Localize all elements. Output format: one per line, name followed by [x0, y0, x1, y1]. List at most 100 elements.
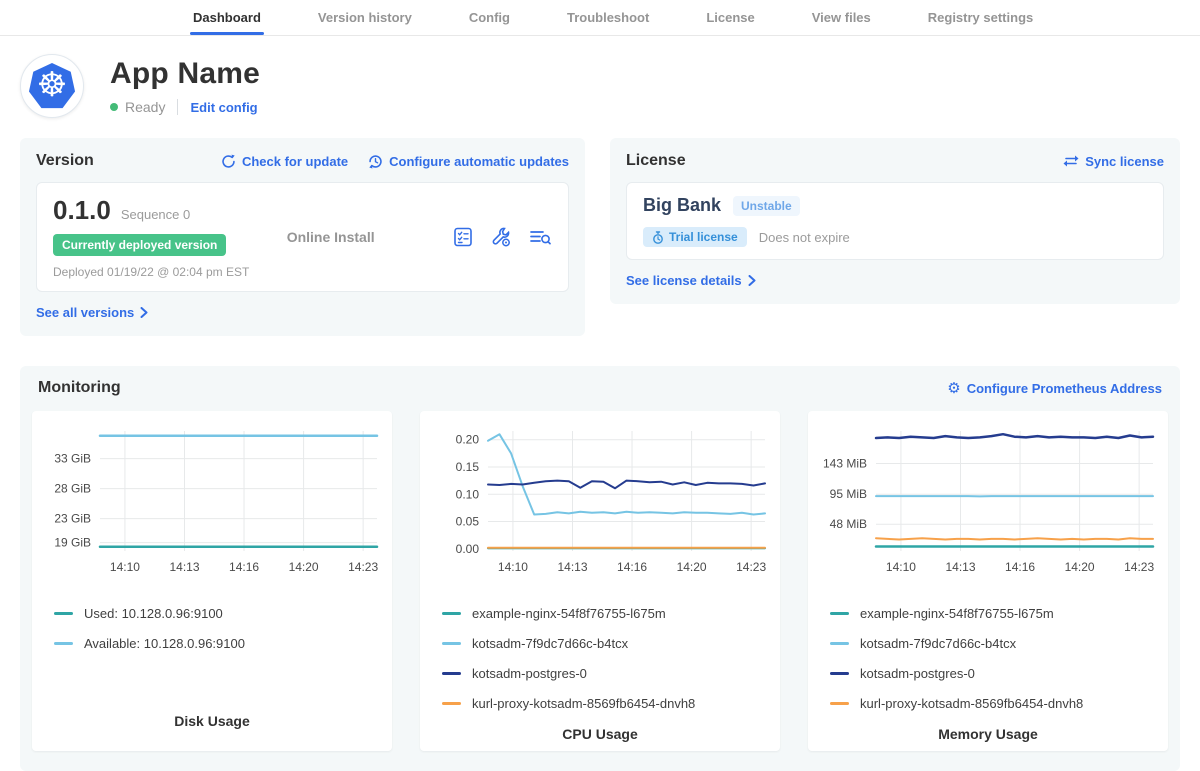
legend-label: example-nginx-54f8f76755-l675m [860, 606, 1054, 621]
see-license-details-link[interactable]: See license details [626, 273, 756, 288]
chevron-right-icon [140, 307, 148, 318]
version-card-title: Version [36, 152, 94, 170]
chart-canvas: 19 GiB23 GiB28 GiB33 GiB14:1014:1314:161… [38, 421, 384, 579]
legend-swatch [830, 672, 849, 675]
tab-troubleshoot[interactable]: Troubleshoot [566, 2, 650, 35]
preflight-checklist-icon[interactable] [452, 226, 474, 248]
legend-swatch [442, 612, 461, 615]
svg-text:14:10: 14:10 [110, 560, 140, 574]
chevron-right-icon [748, 275, 756, 286]
svg-text:14:23: 14:23 [736, 560, 766, 574]
legend-label: kotsadm-7f9dc7d66c-b4tcx [860, 636, 1016, 651]
legend-item: Used: 10.128.0.96:9100 [54, 606, 386, 621]
svg-text:14:23: 14:23 [1124, 560, 1154, 574]
app-logo: ☸ [20, 54, 84, 118]
svg-text:28 GiB: 28 GiB [54, 482, 91, 496]
configure-prometheus-button[interactable]: ⚙ Configure Prometheus Address [947, 381, 1162, 396]
channel-badge: Unstable [733, 196, 800, 216]
cpu-usage-chart-card: 0.000.050.100.150.2014:1014:1314:1614:20… [420, 411, 780, 751]
svg-text:19 GiB: 19 GiB [54, 536, 91, 550]
see-all-versions-link[interactable]: See all versions [36, 305, 148, 320]
check-for-update-button[interactable]: Check for update [221, 154, 348, 169]
gear-icon: ⚙ [947, 381, 960, 396]
license-expiry-text: Does not expire [759, 230, 850, 245]
legend-item: kotsadm-7f9dc7d66c-b4tcx [830, 636, 1162, 651]
disk-usage-legend: Used: 10.128.0.96:9100 Available: 10.128.… [54, 606, 386, 666]
status-badge: Ready [125, 99, 165, 115]
svg-text:14:20: 14:20 [289, 560, 319, 574]
current-version-card: 0.1.0 Sequence 0 Currently deployed vers… [36, 182, 569, 292]
svg-text:14:16: 14:16 [229, 560, 259, 574]
tab-version-history[interactable]: Version history [317, 2, 413, 35]
kubernetes-heptagon: ☸ [28, 63, 76, 109]
install-type-label: Online Install [287, 229, 375, 245]
svg-text:0.20: 0.20 [456, 433, 480, 447]
trial-license-badge: Trial license [643, 227, 747, 247]
svg-text:0.00: 0.00 [456, 542, 480, 556]
memory-usage-legend: example-nginx-54f8f76755-l675m kotsadm-7f… [830, 606, 1162, 726]
legend-swatch [442, 672, 461, 675]
legend-item: kurl-proxy-kotsadm-8569fb6454-dnvh8 [442, 696, 774, 711]
cpu-usage-legend: example-nginx-54f8f76755-l675mkotsadm-7f… [442, 606, 774, 726]
tab-license[interactable]: License [705, 2, 755, 35]
legend-label: kotsadm-postgres-0 [472, 666, 587, 681]
cpu-usage-chart: 0.000.050.100.150.2014:1014:1314:1614:20… [426, 421, 774, 584]
memory-usage-chart: 48 MiB95 MiB143 MiB14:1014:1314:1614:201… [814, 421, 1162, 584]
stopwatch-icon [652, 231, 664, 244]
legend-label: kotsadm-7f9dc7d66c-b4tcx [472, 636, 628, 651]
legend-item: kurl-proxy-kotsadm-8569fb6454-dnvh8 [830, 696, 1162, 711]
disk-usage-chart-title: Disk Usage [38, 713, 386, 733]
svg-text:14:10: 14:10 [498, 560, 528, 574]
legend-swatch [830, 612, 849, 615]
svg-text:14:16: 14:16 [1005, 560, 1035, 574]
legend-swatch [830, 702, 849, 705]
legend-item: kotsadm-7f9dc7d66c-b4tcx [442, 636, 774, 651]
svg-text:14:23: 14:23 [348, 560, 378, 574]
configure-automatic-updates-button[interactable]: Configure automatic updates [368, 154, 569, 169]
license-detail-card: Big Bank Unstable Trial license Does not… [626, 182, 1164, 260]
tab-view-files[interactable]: View files [811, 2, 872, 35]
tab-config[interactable]: Config [468, 2, 511, 35]
legend-item: Available: 10.128.0.96:9100 [54, 636, 386, 651]
svg-text:0.15: 0.15 [456, 460, 480, 474]
version-card: Version Check for update Configure au [20, 138, 585, 336]
schedule-update-icon [368, 154, 383, 169]
legend-label: kurl-proxy-kotsadm-8569fb6454-dnvh8 [472, 696, 695, 711]
legend-swatch [54, 612, 73, 615]
legend-swatch [54, 642, 73, 645]
customer-name: Big Bank [643, 195, 721, 216]
deployed-timestamp: Deployed 01/19/22 @ 02:04 pm EST [53, 265, 249, 279]
chart-canvas: 0.000.050.100.150.2014:1014:1314:1614:20… [426, 421, 772, 579]
legend-label: Available: 10.128.0.96:9100 [84, 636, 245, 651]
license-card-title: License [626, 152, 686, 170]
app-header: ☸ App Name Ready Edit config [0, 36, 1200, 132]
tab-registry-settings[interactable]: Registry settings [927, 2, 1034, 35]
legend-label: Used: 10.128.0.96:9100 [84, 606, 223, 621]
legend-label: kotsadm-postgres-0 [860, 666, 975, 681]
disk-usage-chart: 19 GiB23 GiB28 GiB33 GiB14:1014:1314:161… [38, 421, 386, 584]
cpu-usage-chart-title: CPU Usage [426, 726, 774, 746]
memory-usage-chart-card: 48 MiB95 MiB143 MiB14:1014:1314:1614:201… [808, 411, 1168, 751]
memory-usage-chart-title: Memory Usage [814, 726, 1162, 746]
sequence-label: Sequence 0 [121, 207, 190, 222]
svg-text:14:16: 14:16 [617, 560, 647, 574]
svg-text:0.05: 0.05 [456, 515, 480, 529]
svg-text:0.10: 0.10 [456, 487, 480, 501]
legend-item: example-nginx-54f8f76755-l675m [830, 606, 1162, 621]
config-wrench-icon[interactable] [490, 226, 512, 248]
divider [177, 99, 178, 115]
svg-text:23 GiB: 23 GiB [54, 512, 91, 526]
monitoring-section: Monitoring ⚙ Configure Prometheus Addres… [20, 366, 1180, 771]
kubernetes-wheel-icon: ☸ [37, 68, 67, 102]
edit-config-link[interactable]: Edit config [190, 100, 257, 115]
sync-license-button[interactable]: Sync license [1063, 154, 1164, 169]
tab-dashboard[interactable]: Dashboard [192, 2, 262, 35]
page-title: App Name [110, 57, 260, 91]
version-number: 0.1.0 [53, 195, 111, 226]
svg-text:14:20: 14:20 [677, 560, 707, 574]
refresh-icon [221, 154, 236, 169]
legend-item: kotsadm-postgres-0 [830, 666, 1162, 681]
top-navigation: Dashboard Version history Config Trouble… [0, 0, 1200, 36]
deploy-logs-icon[interactable] [528, 226, 552, 248]
svg-text:14:10: 14:10 [886, 560, 916, 574]
